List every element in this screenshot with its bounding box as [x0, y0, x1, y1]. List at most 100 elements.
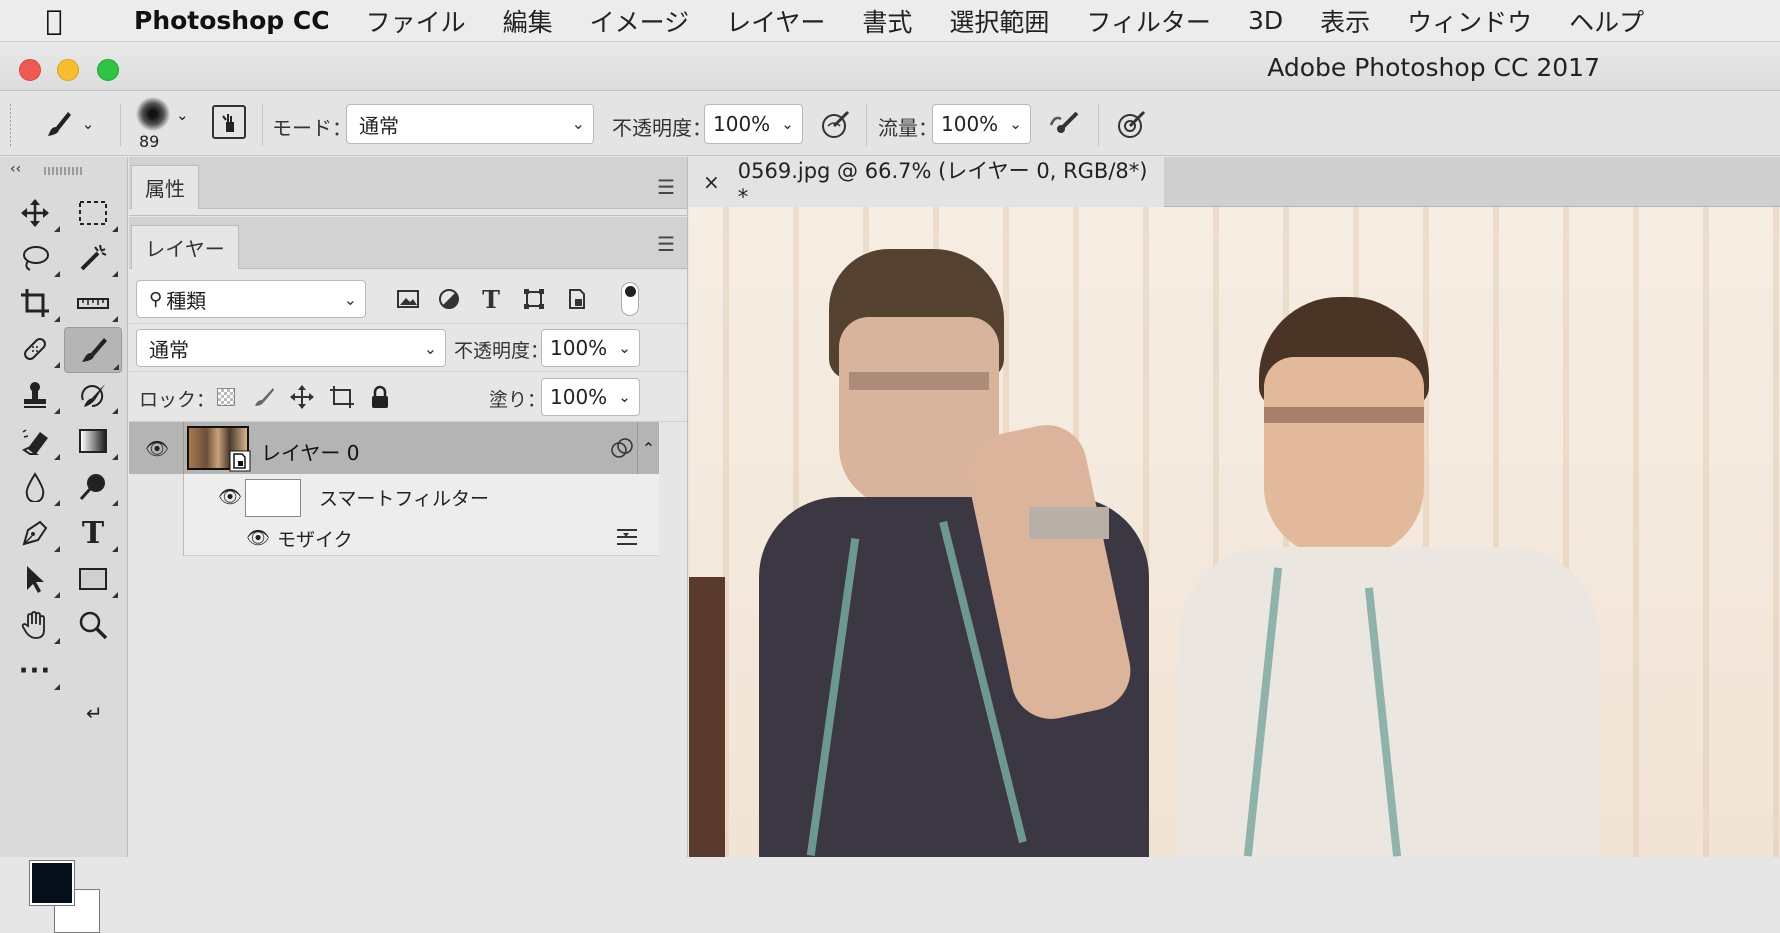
document-tab[interactable]: × 0569.jpg @ 66.7% (レイヤー 0, RGB/8*) *: [689, 157, 1164, 209]
marquee-tool[interactable]: [66, 192, 120, 234]
filter-blending-options-icon[interactable]: [615, 526, 639, 548]
close-document-icon[interactable]: ×: [703, 170, 720, 194]
lock-position-button[interactable]: [285, 380, 319, 414]
menu-edit[interactable]: 編集: [503, 3, 553, 39]
mode-label: モード：: [272, 116, 352, 140]
foreground-color-swatch[interactable]: [29, 860, 75, 906]
tools-grip[interactable]: [44, 167, 82, 175]
menu-type[interactable]: 書式: [862, 3, 912, 39]
fill-dropdown[interactable]: ⌄: [610, 378, 640, 416]
flow-input[interactable]: 100%: [932, 104, 1002, 144]
brush-tool[interactable]: [64, 327, 122, 373]
visibility-eye-icon[interactable]: 👁: [217, 483, 243, 509]
visibility-eye-icon[interactable]: 👁: [144, 435, 170, 461]
lock-artboard-button[interactable]: [325, 380, 359, 414]
menu-file[interactable]: ファイル: [366, 3, 466, 39]
menu-image[interactable]: イメージ: [590, 3, 690, 39]
move-tool[interactable]: [8, 192, 62, 234]
close-window-button[interactable]: [19, 59, 41, 81]
drop-icon: [25, 472, 45, 502]
brush-icon: [47, 112, 71, 136]
layer-opacity-dropdown[interactable]: ⌄: [610, 329, 640, 367]
filter-kind-select[interactable]: ⚲ 種類 ⌄: [136, 280, 366, 318]
eraser-tool[interactable]: [8, 420, 62, 462]
layer-filter-toggle[interactable]: [621, 282, 639, 316]
shape-tool[interactable]: [66, 558, 120, 600]
dodge-tool[interactable]: [66, 466, 120, 508]
pressure-size-button[interactable]: [1112, 104, 1152, 144]
layer-opacity-input[interactable]: 100%: [541, 329, 611, 367]
zoom-tool[interactable]: [66, 604, 120, 646]
lock-label: ロック：: [139, 389, 216, 411]
layer-row-layer0[interactable]: 👁 レイヤー 0 ⌃: [129, 422, 659, 474]
pressure-opacity-button[interactable]: [816, 104, 856, 144]
expand-layer-button[interactable]: ⌃: [637, 422, 659, 474]
menu-select[interactable]: 選択範囲: [949, 3, 1049, 39]
chevron-down-icon: ⌄: [571, 114, 585, 133]
history-brush-tool[interactable]: [66, 374, 120, 416]
smart-filter-mask-thumbnail[interactable]: [245, 479, 301, 517]
document-canvas[interactable]: [689, 207, 1780, 857]
apple-menu-icon[interactable]: : [24, 4, 84, 37]
pen-icon: [22, 520, 48, 546]
visibility-eye-icon[interactable]: 👁: [245, 524, 271, 550]
airbrush-button[interactable]: [1044, 104, 1084, 144]
zoom-window-button[interactable]: [97, 59, 119, 81]
smart-object-icon: [569, 289, 585, 309]
panel-menu-icon[interactable]: ☰: [657, 175, 675, 199]
layer-filter-row: ⚲ 種類 ⌄ T: [129, 270, 687, 324]
lock-all-button[interactable]: [363, 380, 397, 414]
fill-input[interactable]: 100%: [541, 378, 611, 416]
tab-layers[interactable]: レイヤー: [131, 225, 239, 269]
half-circle-icon: [439, 289, 459, 309]
menu-3d[interactable]: 3D: [1248, 6, 1283, 35]
menu-layer[interactable]: レイヤー: [726, 3, 825, 39]
bandage-icon: [24, 338, 46, 360]
collapse-tools-icon[interactable]: ‹‹: [10, 161, 21, 177]
flow-dropdown[interactable]: ⌄: [1001, 104, 1031, 144]
filter-type-layers-button[interactable]: T: [474, 282, 508, 316]
menu-filter[interactable]: フィルター: [1086, 3, 1211, 39]
lock-transparent-pixels-button[interactable]: [209, 380, 243, 414]
blend-mode-select[interactable]: 通常 ⌄: [136, 329, 446, 367]
crop-tool[interactable]: [8, 282, 62, 324]
chevron-down-icon: ⌄: [781, 115, 794, 133]
swap-colors-icon[interactable]: ↵: [86, 701, 103, 725]
more-tools-button[interactable]: ···: [8, 650, 62, 692]
tool-preset-picker[interactable]: ⌄: [34, 102, 104, 146]
image-icon: [397, 290, 419, 308]
lock-image-pixels-button[interactable]: [247, 380, 281, 414]
menu-window[interactable]: ウィンドウ: [1407, 3, 1532, 39]
document-tab-bar: × 0569.jpg @ 66.7% (レイヤー 0, RGB/8*) *: [689, 157, 1780, 209]
clone-stamp-tool[interactable]: [8, 374, 62, 416]
filter-adjustment-layers-button[interactable]: [432, 282, 466, 316]
app-menu[interactable]: Photoshop CC: [134, 6, 330, 35]
brush-preset-picker[interactable]: 89 ⌄: [130, 94, 198, 154]
filter-pixel-layers-button[interactable]: [391, 282, 425, 316]
path-selection-tool[interactable]: [8, 558, 62, 600]
layers-list-divider: [183, 474, 184, 556]
mode-select[interactable]: 通常 ⌄: [346, 104, 594, 144]
panel-menu-icon[interactable]: ☰: [657, 232, 675, 256]
type-tool[interactable]: T: [66, 512, 120, 554]
filter-smart-objects-button[interactable]: [560, 282, 594, 316]
fill-label: 塗り：: [489, 389, 547, 411]
brush-panel-toggle[interactable]: [212, 105, 246, 139]
opacity-input[interactable]: 100%: [704, 104, 774, 144]
magic-wand-tool[interactable]: [66, 237, 120, 279]
opacity-dropdown[interactable]: ⌄: [773, 104, 803, 144]
tab-properties[interactable]: 属性: [131, 165, 199, 209]
minimize-window-button[interactable]: [57, 59, 79, 81]
ruler-tool[interactable]: [66, 282, 120, 324]
menu-help[interactable]: ヘルプ: [1569, 3, 1644, 39]
airbrush-icon: [1049, 111, 1079, 133]
blur-tool[interactable]: [8, 466, 62, 508]
filter-shape-layers-button[interactable]: [517, 282, 551, 316]
layer-row-mosaic[interactable]: 👁 モザイク: [183, 518, 659, 556]
healing-brush-tool[interactable]: [8, 328, 62, 370]
hand-tool[interactable]: [8, 604, 62, 646]
pen-tool[interactable]: [8, 512, 62, 554]
gradient-tool[interactable]: [66, 420, 120, 462]
menu-view[interactable]: 表示: [1320, 3, 1370, 39]
lasso-tool[interactable]: [8, 237, 62, 279]
